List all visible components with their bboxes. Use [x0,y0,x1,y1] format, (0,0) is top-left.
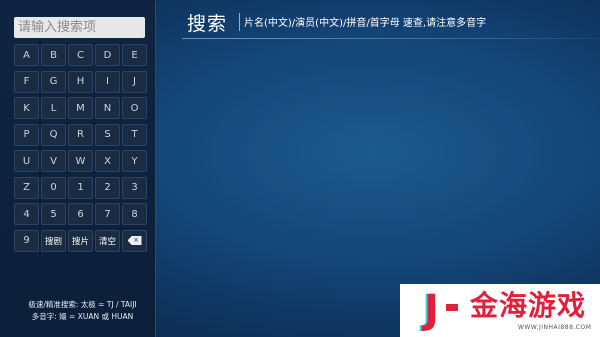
watermark-url: WWW.JINHAI888.COM [518,324,592,331]
key-u[interactable]: U [14,150,39,172]
header-divider [239,13,240,31]
key-c[interactable]: C [68,44,93,66]
key-z[interactable]: Z [14,176,39,199]
key-t[interactable]: T [122,123,147,146]
search-instructions: 片名(中文)/演员(中文)/拼音/首字母 速查,请注意多音字 [244,18,487,29]
key-1[interactable]: 1 [68,176,93,199]
key-v[interactable]: V [41,150,66,172]
keyboard-panel: 请输入搜索项 A B C D E F G H I J K L M N O P Q… [0,0,156,337]
key-5[interactable]: 5 [41,203,66,225]
key-w[interactable]: W [68,150,93,172]
key-h[interactable]: H [68,70,93,93]
key-s[interactable]: S [95,123,120,146]
key-b[interactable]: B [41,44,66,66]
key-e[interactable]: E [122,44,147,66]
key-4[interactable]: 4 [14,203,39,225]
clear-button[interactable]: 清空 [95,229,120,252]
key-k[interactable]: K [14,97,39,119]
key-7[interactable]: 7 [95,203,120,225]
search-tip-fuzzy: 极速/精准搜索: 太极 = TJ / TAIJI [28,300,137,309]
key-m[interactable]: M [68,97,93,119]
key-y[interactable]: Y [122,150,147,172]
key-3[interactable]: 3 [122,176,147,199]
key-2[interactable]: 2 [95,176,120,199]
watermark-name: 金海游戏 [470,289,587,322]
key-x[interactable]: X [95,150,120,172]
key-r[interactable]: R [68,123,93,146]
backspace-button[interactable]: × [122,229,147,252]
key-d[interactable]: D [95,44,120,66]
onscreen-keyboard: A B C D E F G H I J K L M N O P Q R S T … [14,44,147,252]
key-8[interactable]: 8 [122,203,147,225]
watermark-logo: J [424,287,439,333]
key-q[interactable]: Q [41,123,66,146]
search-movie-button[interactable]: 搜片 [68,229,93,252]
key-f[interactable]: F [14,70,39,93]
key-i[interactable]: I [95,70,120,93]
key-g[interactable]: G [41,70,66,93]
watermark: J 金海游戏 WWW.JINHAI888.COM [400,284,600,337]
search-input[interactable]: 请输入搜索项 [14,17,145,38]
key-n[interactable]: N [95,97,120,119]
key-6[interactable]: 6 [68,203,93,225]
key-p[interactable]: P [14,123,39,146]
search-drama-button[interactable]: 搜剧 [41,229,66,252]
header-underline [182,38,600,39]
key-j[interactable]: J [122,70,147,93]
key-a[interactable]: A [14,44,39,66]
key-l[interactable]: L [41,97,66,119]
backspace-icon: × [127,236,142,245]
key-9[interactable]: 9 [14,229,39,252]
key-0[interactable]: 0 [41,176,66,199]
backspace-mark: × [133,236,139,244]
key-o[interactable]: O [122,97,147,119]
search-tip-polyphone: 多音字: 嬛 = XUAN 或 HUAN [31,312,134,321]
page-title: 搜索 [187,13,228,35]
watermark-logo-accent [446,304,458,311]
